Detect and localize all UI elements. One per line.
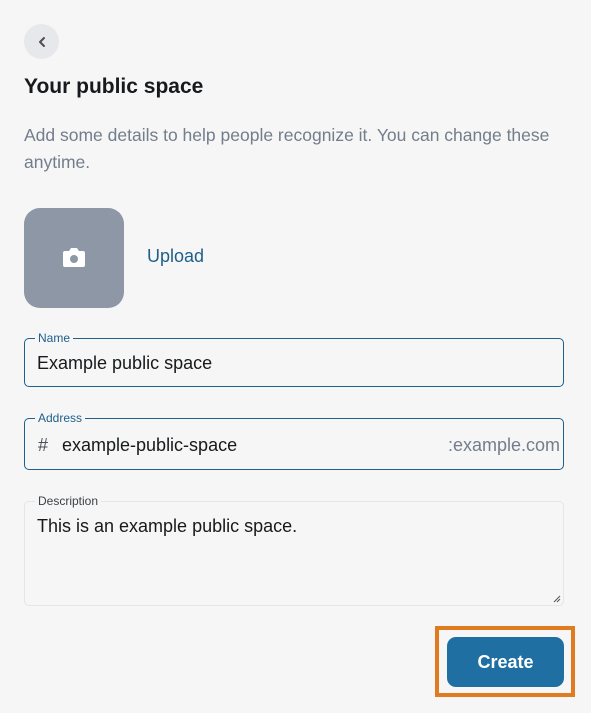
name-field[interactable]: Name Example public space: [24, 331, 564, 387]
name-label: Name: [35, 331, 74, 345]
camera-icon: [63, 248, 85, 267]
address-label: Address: [35, 411, 86, 425]
page-subtitle: Add some details to help people recogniz…: [24, 125, 550, 172]
create-button[interactable]: Create: [447, 637, 564, 687]
back-button[interactable]: [24, 24, 59, 59]
upload-link[interactable]: Upload: [147, 246, 204, 267]
page-title: Your public space: [24, 75, 204, 98]
chevron-left-icon: [38, 36, 45, 47]
address-prefix: #: [38, 435, 49, 455]
create-space-dialog: Your public space Add some details to he…: [0, 0, 591, 713]
description-label: Description: [35, 494, 102, 508]
address-suffix: :example.com: [447, 435, 560, 455]
avatar-upload[interactable]: [24, 208, 124, 308]
description-field[interactable]: Description This is an example public sp…: [24, 494, 564, 606]
resize-handle-icon[interactable]: [551, 593, 561, 603]
name-input[interactable]: Example public space: [37, 353, 212, 374]
address-input[interactable]: example-public-space: [62, 435, 237, 456]
description-input[interactable]: This is an example public space.: [37, 516, 297, 537]
address-field[interactable]: Address # example-public-space :example.…: [24, 411, 564, 470]
